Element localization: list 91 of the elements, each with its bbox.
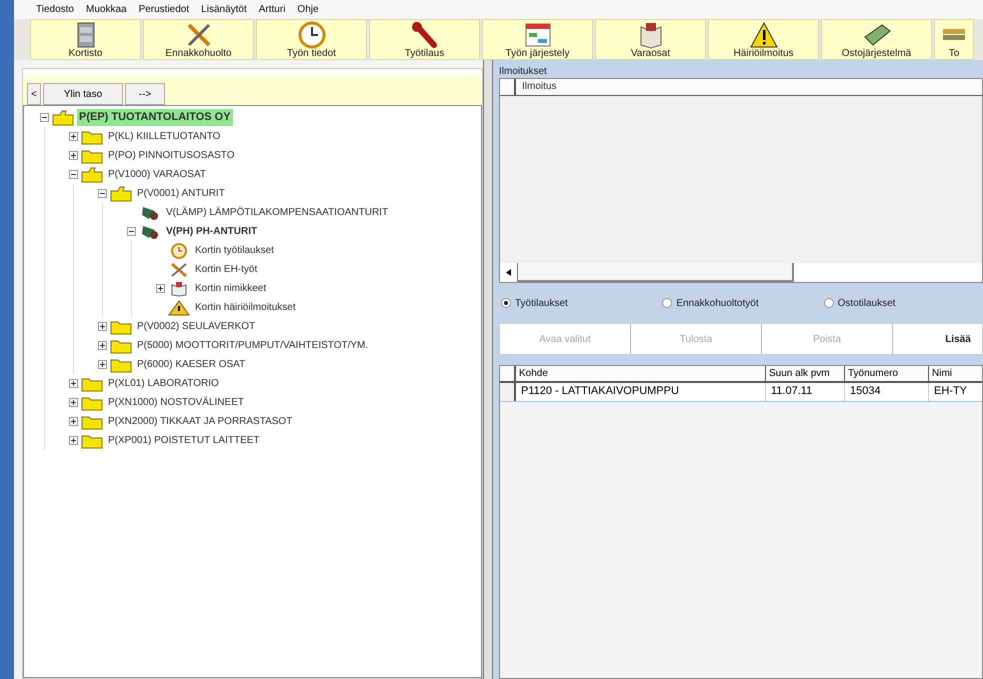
action-button[interactable]: Lisää [893,324,983,354]
expand-button[interactable] [69,436,78,445]
table-cell: 15034 [845,383,929,401]
folder-icon [110,318,132,334]
row-header[interactable] [500,383,516,401]
expand-button[interactable] [98,360,107,369]
collapse-button[interactable] [98,189,107,198]
back-button[interactable]: < [27,83,41,105]
expand-button[interactable] [69,151,78,160]
table-cell: 11.07.11 [766,383,845,401]
scrollbar-thumb[interactable] [518,263,794,282]
expand-button[interactable] [98,341,107,350]
toolbar-button[interactable]: Ostojärjestelmä [821,19,932,60]
device-icon [139,224,161,240]
warning-icon [748,20,778,48]
folder-icon [110,186,132,202]
column-header[interactable]: Kohde [516,366,766,381]
folder-icon [81,394,103,410]
tree-item[interactable]: P(EP) TUOTANTOLAITOS OY [77,109,233,126]
folder-icon [81,166,103,182]
menu-item[interactable]: Artturi [258,2,286,17]
menu-item[interactable]: Muokkaa [86,2,127,17]
radio-option[interactable]: Ostotilaukset [824,296,983,310]
forward-button[interactable]: --> [125,83,165,105]
radio-button[interactable] [662,298,672,308]
calendar-icon [522,20,552,48]
expand-button[interactable] [69,417,78,426]
tree-item[interactable]: Kortin häiriöilmoitukset [193,300,298,315]
collapse-button[interactable] [127,227,136,236]
tree-item[interactable]: P(KL) KIILLETUOTANTO [106,129,222,144]
table-cell: EH-TY [929,383,983,401]
toolbar-button[interactable]: Työn tiedot [256,19,367,60]
expand-button[interactable] [69,379,78,388]
toolbar-button[interactable]: Kortisto [30,19,141,60]
tree-item[interactable]: Kortin nimikkeet [193,281,268,296]
clock-icon [168,242,190,258]
tree-item[interactable]: P(5000) MOOTTORIT/PUMPUT/VAIHTEISTOT/YM. [135,338,370,353]
expand-button[interactable] [69,398,78,407]
menu-item[interactable]: Tiedosto [36,2,74,17]
tree-item[interactable]: P(XN1000) NOSTOVÄLINEET [106,395,246,410]
tree-item[interactable]: P(XN2000) TIKKAAT JA PORRASTASOT [106,414,294,429]
clock-icon [296,20,326,48]
radio-option[interactable]: Työtilaukset [501,296,660,310]
expand-button[interactable] [69,132,78,141]
tree-item[interactable]: P(XL01) LABORATORIO [106,376,221,391]
toolbar-button[interactable]: Häiriöilmoitus [708,19,819,60]
toolbar-button[interactable]: Työtilaus [369,19,480,60]
folder-icon [81,376,103,392]
expand-button[interactable] [156,284,165,293]
warning-icon [168,300,190,316]
folder-icon [110,356,132,372]
tools-icon [168,262,190,278]
column-header[interactable]: Työnumero [845,366,929,381]
folder-icon [81,432,103,448]
folder-icon [81,128,103,144]
toolbar-button[interactable]: To [934,19,974,60]
radio-button[interactable] [501,298,511,308]
wrench-icon [410,20,440,48]
tree-item[interactable]: P(XP001) POISTETUT LAITTEET [106,433,262,448]
splitter[interactable] [483,60,493,679]
tree-item[interactable]: P(PO) PINNOITUSOSASTO [106,148,236,163]
folder-icon [81,148,103,164]
section-title: Ilmoitukset [499,65,548,78]
toolbar-button[interactable]: Varaosat [595,19,706,60]
tree-item[interactable]: V(LÄMP) LÄMPÖTILAKOMPENSAATIOANTURIT [164,205,390,220]
radio-option[interactable]: Ennakkohuoltotyöt [662,296,822,310]
collapse-button[interactable] [40,113,49,122]
tree-item[interactable]: V(PH) PH-ANTURIT [164,224,260,239]
tree-item[interactable]: P(V1000) VARAOSAT [106,167,208,182]
column-header[interactable]: Nimi [929,366,983,381]
tree-item[interactable]: Kortin EH-työt [193,262,260,277]
top-level-button[interactable]: Ylin taso [43,83,123,105]
column-header[interactable]: Ilmoitus [516,79,562,95]
menu-item[interactable]: Ohje [297,2,319,17]
tree-item[interactable]: P(V0002) SEULAVERKOT [135,319,258,334]
folder-icon [81,414,103,430]
radio-button[interactable] [824,298,834,308]
menu-item[interactable]: Perustiedot [138,2,190,17]
tree-item[interactable]: P(6000) KAESER OSAT [135,357,248,372]
menu-item[interactable]: Lisänäytöt [201,2,247,17]
device-icon [139,204,161,220]
table-cell: P1120 - LATTIAKAIVOPUMPPU [516,383,766,401]
tree-item[interactable]: Kortin työtilaukset [193,243,276,258]
toolbar-button[interactable]: Työn järjestely [482,19,593,60]
collapse-button[interactable] [69,170,78,179]
tree-item[interactable]: P(V0001) ANTURIT [135,186,227,201]
toolbar-button[interactable]: Ennakkohuolto [143,19,254,60]
folder-icon [110,338,132,354]
expand-button[interactable] [98,322,107,331]
column-header[interactable]: Suun alk pvm [766,366,845,381]
folder-icon [52,110,74,126]
